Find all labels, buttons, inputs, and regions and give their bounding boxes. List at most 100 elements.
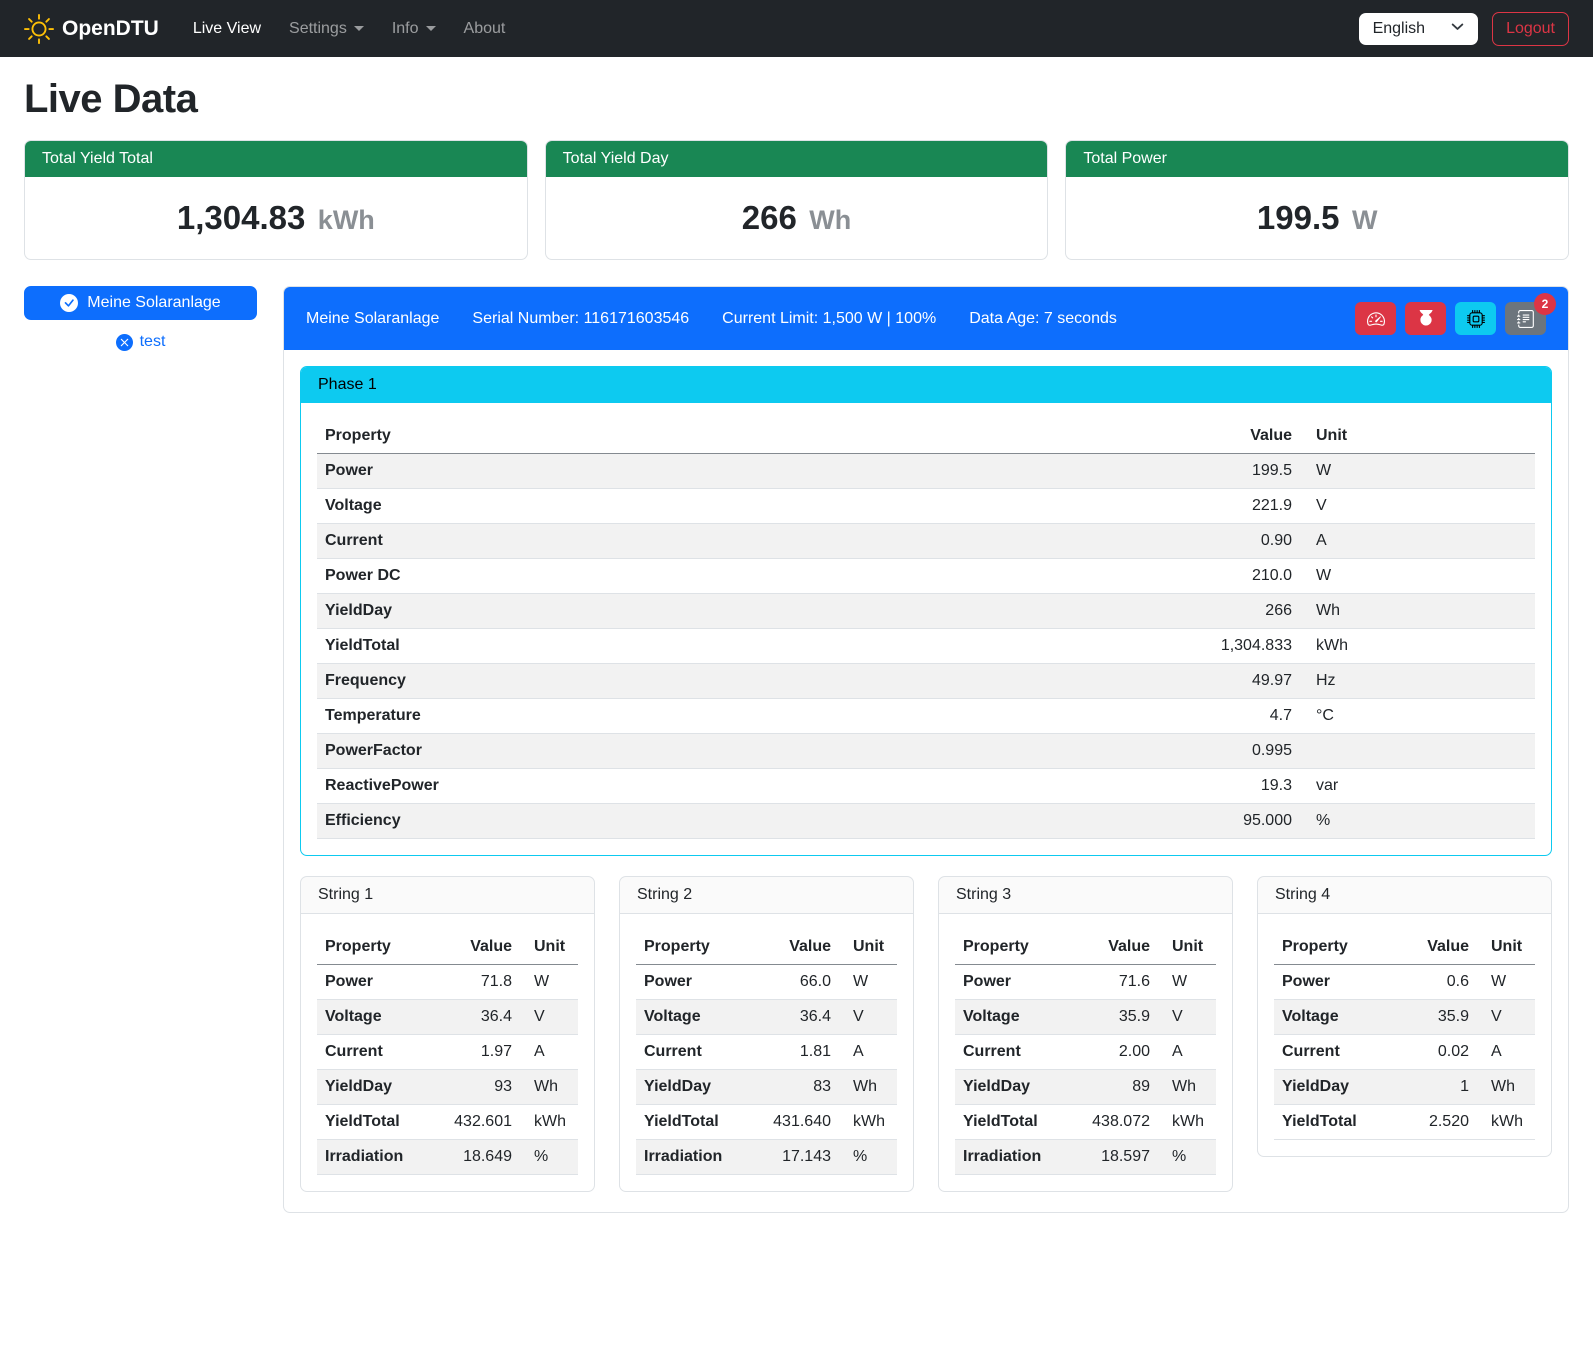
limit-settings-button[interactable] xyxy=(1355,302,1396,335)
table-row: Irradiation18.649% xyxy=(317,1140,578,1175)
table-row: PowerFactor0.995 xyxy=(317,734,1535,769)
inverter-name: Meine Solaranlage xyxy=(306,310,439,328)
table-row: YieldTotal431.640kWh xyxy=(636,1105,897,1140)
unit-cell: °C xyxy=(1300,699,1535,734)
unit-cell: % xyxy=(839,1140,897,1175)
column-value: Value xyxy=(1391,930,1477,965)
value-cell: 0.6 xyxy=(1391,965,1477,1000)
sun-icon xyxy=(24,14,54,44)
column-property: Property xyxy=(1274,930,1391,965)
unit-cell: kWh xyxy=(1477,1105,1535,1140)
inverter-link-test[interactable]: test xyxy=(24,333,257,351)
inverter-limit: Current Limit: 1,500 W | 100% xyxy=(722,310,936,328)
language-value: English xyxy=(1373,20,1425,38)
card-body: 266 Wh xyxy=(546,177,1048,259)
total-yield-total-card: Total Yield Total 1,304.83 kWh xyxy=(24,140,528,260)
card-body: 199.5 W xyxy=(1066,177,1568,259)
value-cell: 35.9 xyxy=(1072,1000,1158,1035)
string-3-title: String 3 xyxy=(939,877,1232,914)
unit-cell: Wh xyxy=(1158,1070,1216,1105)
nav-item-live-view[interactable]: Live View xyxy=(179,12,275,46)
x-circle-icon xyxy=(116,334,133,351)
event-count-badge: 2 xyxy=(1534,293,1556,315)
value-cell: 93 xyxy=(434,1070,520,1105)
unit-cell: A xyxy=(839,1035,897,1070)
unit-cell: V xyxy=(1300,489,1535,524)
property-cell: Current xyxy=(1274,1035,1391,1070)
navbar-right: English Logout xyxy=(1359,12,1569,46)
table-row: Power DC210.0W xyxy=(317,559,1535,594)
nav-links: Live View Settings Info About xyxy=(179,12,520,46)
property-cell: Irradiation xyxy=(955,1140,1072,1175)
string-2-table: Property Value Unit Power66.0WVoltage36.… xyxy=(636,930,897,1175)
column-property: Property xyxy=(955,930,1072,965)
value-cell: 49.97 xyxy=(1180,664,1300,699)
string-3-card: String 3 Property Value Unit xyxy=(938,876,1233,1192)
table-row: Current0.90A xyxy=(317,524,1535,559)
table-header-row: Property Value Unit xyxy=(636,930,897,965)
value-cell: 432.601 xyxy=(434,1105,520,1140)
table-header-row: Property Value Unit xyxy=(1274,930,1535,965)
unit-cell: var xyxy=(1300,769,1535,804)
property-cell: Power xyxy=(1274,965,1391,1000)
inverter-card-body: Phase 1 Property Value Unit Power199.5WV… xyxy=(284,350,1568,1212)
value-cell: 438.072 xyxy=(1072,1105,1158,1140)
property-cell: Voltage xyxy=(317,1000,434,1035)
column-value: Value xyxy=(1072,930,1158,965)
table-row: Current1.97A xyxy=(317,1035,578,1070)
inverter-serial: Serial Number: 116171603546 xyxy=(472,310,689,328)
brand[interactable]: OpenDTU xyxy=(24,14,159,44)
property-cell: YieldTotal xyxy=(636,1105,753,1140)
inverter-card: Meine Solaranlage Serial Number: 1161716… xyxy=(283,286,1569,1213)
logout-button[interactable]: Logout xyxy=(1492,12,1569,46)
table-row: YieldDay89Wh xyxy=(955,1070,1216,1105)
total-yield-day-card: Total Yield Day 266 Wh xyxy=(545,140,1049,260)
unit-cell: A xyxy=(520,1035,578,1070)
table-row: Frequency49.97Hz xyxy=(317,664,1535,699)
inverter-select-button[interactable]: Meine Solaranlage xyxy=(24,286,257,320)
property-cell: Temperature xyxy=(317,699,1180,734)
table-row: Voltage35.9V xyxy=(955,1000,1216,1035)
column-unit: Unit xyxy=(520,930,578,965)
value-cell: 2.00 xyxy=(1072,1035,1158,1070)
value-cell: 266 xyxy=(1180,594,1300,629)
nav-item-about[interactable]: About xyxy=(450,12,520,46)
nav-item-info[interactable]: Info xyxy=(378,12,450,46)
table-row: YieldDay1Wh xyxy=(1274,1070,1535,1105)
cpu-icon xyxy=(1467,310,1485,328)
navbar: OpenDTU Live View Settings Info About En… xyxy=(0,0,1593,57)
table-row: Voltage35.9V xyxy=(1274,1000,1535,1035)
property-cell: ReactivePower xyxy=(317,769,1180,804)
property-cell: Current xyxy=(317,1035,434,1070)
value-cell: 2.520 xyxy=(1391,1105,1477,1140)
table-row: YieldTotal432.601kWh xyxy=(317,1105,578,1140)
table-row: Voltage36.4V xyxy=(317,1000,578,1035)
chevron-down-icon xyxy=(426,26,436,31)
value-cell: 0.90 xyxy=(1180,524,1300,559)
property-cell: YieldDay xyxy=(317,594,1180,629)
property-cell: Efficiency xyxy=(317,804,1180,839)
column-property: Property xyxy=(636,930,753,965)
table-row: Power71.8W xyxy=(317,965,578,1000)
string-2-body: Property Value Unit Power66.0WVoltage36.… xyxy=(620,914,913,1191)
nav-item-settings[interactable]: Settings xyxy=(275,12,378,46)
property-cell: Power xyxy=(955,965,1072,1000)
property-cell: YieldDay xyxy=(955,1070,1072,1105)
string-1-table: Property Value Unit Power71.8WVoltage36.… xyxy=(317,930,578,1175)
value-cell: 19.3 xyxy=(1180,769,1300,804)
chevron-down-icon xyxy=(1451,20,1464,38)
value-cell: 199.5 xyxy=(1180,454,1300,489)
device-info-button[interactable] xyxy=(1455,302,1496,335)
power-button[interactable] xyxy=(1405,302,1446,335)
property-cell: Current xyxy=(317,524,1180,559)
string-1-card: String 1 Property Value Unit xyxy=(300,876,595,1192)
language-select[interactable]: English xyxy=(1359,13,1478,45)
property-cell: Power xyxy=(317,454,1180,489)
table-row: YieldDay93Wh xyxy=(317,1070,578,1105)
value-cell: 0.02 xyxy=(1391,1035,1477,1070)
event-log-button[interactable]: 2 xyxy=(1505,302,1546,335)
phase-1-body: Property Value Unit Power199.5WVoltage22… xyxy=(301,403,1551,855)
unit-cell: kWh xyxy=(1158,1105,1216,1140)
property-cell: Irradiation xyxy=(636,1140,753,1175)
table-row: YieldDay83Wh xyxy=(636,1070,897,1105)
